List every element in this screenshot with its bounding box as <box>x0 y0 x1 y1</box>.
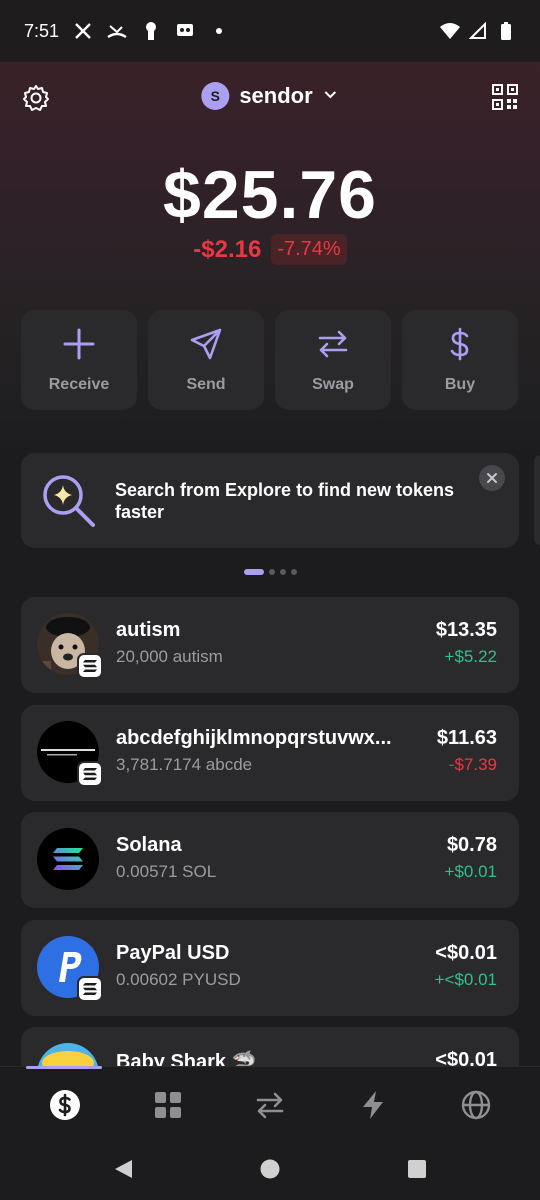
token-amount: 0.00602 PYUSD <box>116 969 241 989</box>
missed-call-icon <box>107 21 127 41</box>
keyhole-icon <box>141 21 161 41</box>
buy-label: Buy <box>444 375 476 393</box>
dollar-icon <box>443 327 477 366</box>
total-balance: $25.76 <box>163 157 377 233</box>
token-change: -$7.39 <box>448 754 497 774</box>
solana-chain-badge-icon <box>77 760 103 787</box>
voicemail-icon <box>175 21 195 41</box>
next-banner-peek[interactable] <box>534 455 540 545</box>
carousel-dots <box>0 569 540 575</box>
notification-dot-icon <box>209 21 229 41</box>
account-avatar: S <box>201 82 230 110</box>
change-percent-badge: -7.74% <box>271 234 347 265</box>
solana-logo-icon <box>37 828 99 890</box>
x-app-icon <box>73 21 93 41</box>
clock: 7:51 <box>24 20 60 41</box>
token-value: $0.78 <box>446 834 497 856</box>
signal-icon <box>468 21 488 41</box>
send-icon <box>189 327 223 366</box>
back-triangle-icon[interactable] <box>112 1158 134 1185</box>
send-button[interactable]: Send <box>148 310 264 410</box>
qr-code-icon[interactable] <box>492 84 518 110</box>
sparkle-search-icon <box>39 471 99 531</box>
recents-square-icon[interactable] <box>406 1158 428 1185</box>
token-list: autism 20,000 autism $13.35 +$5.22 abcde… <box>21 597 519 1135</box>
battery-icon <box>496 21 516 41</box>
carousel-dot[interactable] <box>279 569 286 575</box>
plus-icon <box>62 327 96 366</box>
token-change: +$0.01 <box>444 862 497 881</box>
bottom-nav <box>0 1066 540 1140</box>
nav-collectibles-grid-icon[interactable] <box>152 1089 184 1121</box>
nav-activity-lightning-icon[interactable] <box>357 1089 389 1121</box>
wallet-header: S sendor <box>0 76 540 120</box>
token-row-solana[interactable]: Solana 0.00571 SOL $0.78 +$0.01 <box>21 812 519 908</box>
receive-button[interactable]: Receive <box>21 310 137 410</box>
wifi-icon <box>440 21 460 41</box>
status-bar: 7:51 <box>0 0 540 62</box>
swap-button[interactable]: Swap <box>275 310 391 410</box>
nav-wallet-dollar-icon[interactable] <box>49 1089 81 1121</box>
token-value: $13.35 <box>435 619 497 641</box>
carousel-dot[interactable] <box>290 569 297 575</box>
system-nav-bar <box>0 1140 540 1200</box>
token-row-abcde[interactable]: abcdefghijklmnopqrstuvwx... 3,781.7174 a… <box>21 704 519 801</box>
token-value: $11.63 <box>436 726 497 749</box>
token-row-autism[interactable]: autism 20,000 autism $13.35 +$5.22 <box>21 597 519 693</box>
action-buttons: Receive Send Swap Buy <box>21 310 519 410</box>
token-amount: 3,781.7174 abcde <box>116 754 253 774</box>
token-name: PayPal USD <box>116 941 230 964</box>
nav-explore-globe-icon[interactable] <box>460 1089 492 1121</box>
account-name: sendor <box>239 83 313 108</box>
carousel-dot-active[interactable] <box>243 569 264 575</box>
gear-icon[interactable] <box>22 84 50 112</box>
chevron-down-icon <box>323 83 339 109</box>
banner-text: Search from Explore to find new tokens f… <box>115 479 455 522</box>
balance-change: -$2.16 -7.74% <box>0 234 540 265</box>
solana-chain-badge-icon <box>77 975 103 1002</box>
token-amount: 0.00571 SOL <box>116 862 217 881</box>
change-value: -$2.16 <box>193 235 262 263</box>
explore-banner[interactable]: Search from Explore to find new tokens f… <box>21 453 519 548</box>
token-name: Solana <box>116 834 182 856</box>
nav-swap-icon[interactable] <box>254 1089 286 1121</box>
buy-button[interactable]: Buy <box>402 310 518 410</box>
nav-active-indicator <box>26 1066 102 1069</box>
token-name: abcdefghijklmnopqrstuvwx... <box>116 726 392 749</box>
token-name: autism <box>116 619 181 641</box>
account-switcher[interactable]: S sendor <box>201 82 338 110</box>
swap-label: Swap <box>312 375 354 393</box>
token-value: <$0.01 <box>435 941 497 964</box>
home-circle-icon[interactable] <box>259 1158 281 1185</box>
swap-icon <box>316 327 350 366</box>
token-amount: 20,000 autism <box>116 647 223 666</box>
solana-chain-badge-icon <box>77 653 103 679</box>
send-label: Send <box>186 375 226 393</box>
close-icon[interactable] <box>479 465 505 491</box>
token-row-pyusd[interactable]: PayPal USD 0.00602 PYUSD <$0.01 +<$0.01 <box>21 919 519 1016</box>
receive-label: Receive <box>48 375 110 393</box>
token-change: +<$0.01 <box>434 969 497 989</box>
token-change: +$5.22 <box>444 647 497 666</box>
carousel-dot[interactable] <box>268 569 275 575</box>
